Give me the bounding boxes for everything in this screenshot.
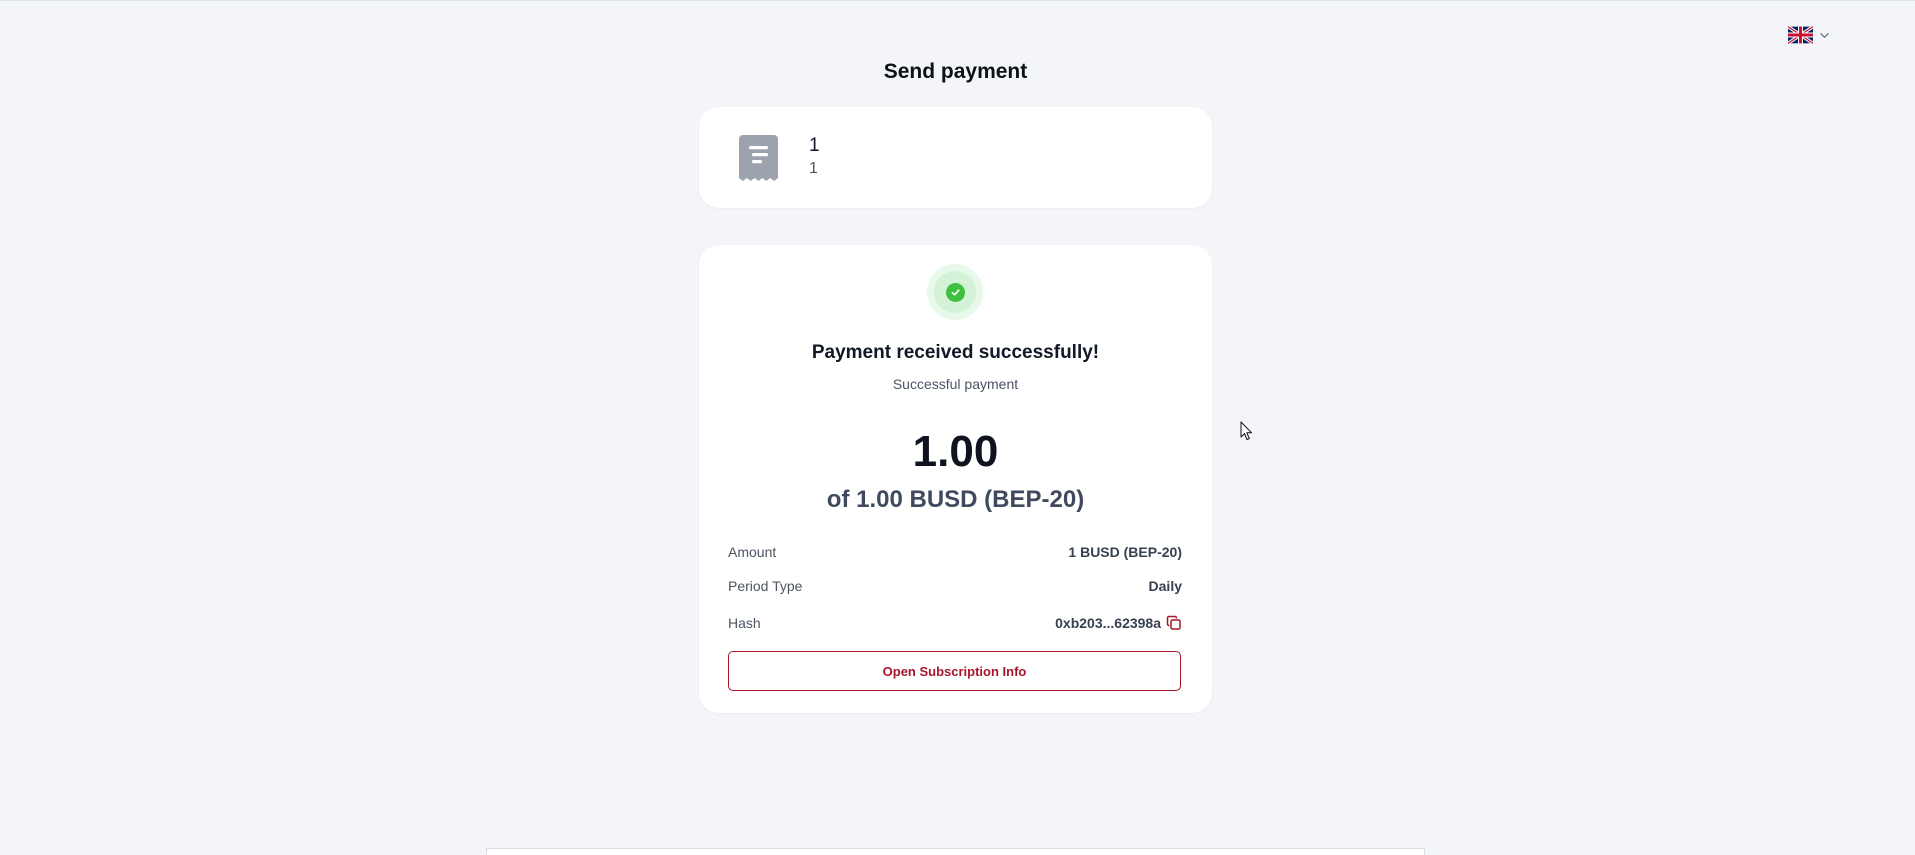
detail-row-hash: Hash 0xb203...62398a (728, 612, 1182, 634)
status-subtitle: Successful payment (892, 376, 1019, 392)
detail-row-period: Period Type Daily (728, 575, 1182, 597)
check-circle-icon (945, 282, 965, 302)
top-divider (0, 0, 1915, 1)
open-subscription-info-button[interactable]: Open Subscription Info (728, 651, 1181, 691)
period-value: Daily (1148, 578, 1182, 594)
amount-paid: 1.00 (912, 427, 999, 476)
chevron-down-icon (1820, 32, 1829, 38)
amount-label: Amount (728, 544, 777, 560)
hash-value-group: 0xb203...62398a (1055, 615, 1182, 631)
receipt-icon (739, 135, 778, 181)
invoice-title: 1 (809, 135, 820, 156)
period-label: Period Type (728, 578, 803, 594)
check-icon (950, 288, 960, 296)
language-switcher[interactable] (1788, 25, 1830, 45)
success-badge-ring (934, 271, 976, 313)
uk-flag-icon (1788, 26, 1813, 44)
status-title: Payment received successfully! (811, 342, 1100, 363)
amount-total: of 1.00 BUSD (BEP-20) (826, 486, 1085, 513)
invoice-description: 1 (809, 160, 818, 177)
payment-status-card: Payment received successfully! Successfu… (699, 245, 1212, 713)
payment-page: Send payment 1 1 Payment received succes… (0, 0, 1915, 855)
mouse-cursor-icon (1240, 421, 1252, 440)
success-badge (927, 264, 983, 320)
page-title: Send payment (883, 60, 1028, 83)
invoice-card: 1 1 (699, 107, 1212, 208)
amount-value: 1 BUSD (BEP-20) (1068, 544, 1182, 560)
detail-row-amount: Amount 1 BUSD (BEP-20) (728, 541, 1182, 563)
hash-label: Hash (728, 615, 761, 631)
hash-value: 0xb203...62398a (1055, 615, 1161, 631)
copy-icon[interactable] (1166, 615, 1182, 631)
bottom-frame (486, 848, 1425, 855)
